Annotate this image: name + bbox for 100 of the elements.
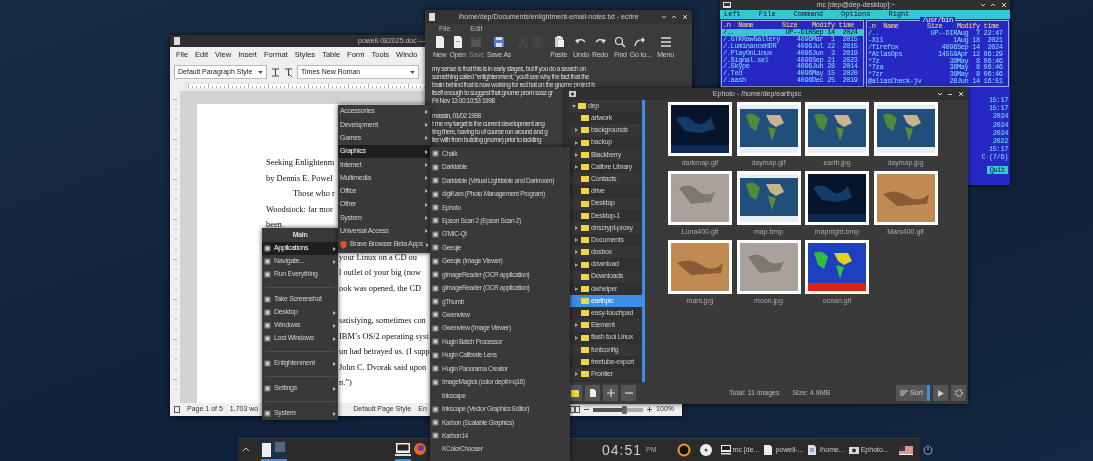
terminal-icon: [395, 442, 411, 456]
clear-style-icon[interactable]: [284, 67, 293, 77]
clipboard-icon: [552, 36, 565, 48]
map-thumbnail[interactable]: [805, 102, 869, 156]
submenu-arrow-icon: [425, 189, 428, 194]
window-controls-icon[interactable]: [938, 91, 964, 97]
jump-arrow-icon: [634, 36, 647, 48]
map-thumbnail[interactable]: [873, 102, 938, 156]
minus-icon: [624, 389, 633, 397]
page-icon: [174, 406, 180, 413]
submenu-arrow-icon: [333, 386, 336, 391]
text-line: l outlet of your big (now: [339, 267, 422, 279]
flag-icon[interactable]: [898, 445, 913, 455]
text-line: Seeking Enlightenm: [266, 157, 335, 169]
camera-icon: [848, 445, 859, 455]
submenu-arrow-icon: [333, 246, 336, 251]
submenu-arrow-icon: [333, 361, 336, 366]
zoom-slider[interactable]: [593, 407, 644, 412]
item-icon: [264, 410, 271, 417]
item-icon: [264, 360, 271, 367]
expander-icon[interactable]: [575, 225, 578, 230]
submenu-arrow-icon: [425, 136, 428, 141]
chevron-up-icon: [243, 447, 249, 451]
map-thumbnail[interactable]: [736, 102, 801, 156]
expander-icon[interactable]: [575, 372, 578, 377]
map-thumbnail[interactable]: [805, 240, 869, 294]
submenu-arrow-icon: [425, 229, 428, 234]
submenu-arrow-icon: [425, 109, 428, 114]
zoom-out-icon[interactable]: [584, 407, 590, 412]
expander-icon[interactable]: [571, 104, 576, 108]
map-thumbnail[interactable]: [805, 171, 869, 225]
menu-icon: [659, 36, 672, 48]
text-line: Those who r: [292, 188, 335, 200]
multi-page-view-icon[interactable]: [570, 406, 581, 413]
submenu-arrow-icon: [425, 122, 428, 127]
expander-icon[interactable]: [575, 323, 578, 328]
magnifier-icon: [614, 36, 627, 48]
globe-icon: [414, 443, 426, 455]
save-icon: [470, 36, 483, 48]
expander-icon[interactable]: [575, 262, 578, 267]
expander-icon[interactable]: [575, 335, 578, 340]
submenu-arrow-icon: [425, 176, 428, 181]
submenu-arrow-icon: [333, 336, 336, 341]
file-button[interactable]: [585, 385, 600, 401]
style-icon[interactable]: [271, 67, 280, 77]
expander-icon[interactable]: [575, 140, 578, 145]
desktop-thumbnail-icon: [261, 440, 287, 458]
sort-icon: [900, 390, 909, 396]
terminal-icon: [720, 445, 731, 455]
submenu-arrow-icon: [425, 242, 429, 247]
map-thumbnail[interactable]: [873, 171, 938, 225]
map-thumbnail[interactable]: [668, 102, 732, 156]
map-thumbnail[interactable]: [736, 240, 801, 294]
play-button[interactable]: [933, 385, 948, 401]
item-icon: [264, 385, 271, 392]
disc-icon[interactable]: [698, 443, 713, 457]
text-line: by Dennis E. Powel: [266, 172, 333, 185]
add-button[interactable]: [603, 385, 618, 401]
expander-icon[interactable]: [575, 250, 578, 255]
map-thumbnail[interactable]: [668, 240, 732, 294]
text-line: satisfying, sometimes con: [339, 315, 426, 327]
window-controls-icon[interactable]: [662, 14, 688, 20]
submenu-arrow-icon: [425, 202, 428, 207]
remove-button[interactable]: [621, 385, 636, 401]
expander-icon[interactable]: [575, 165, 578, 170]
settings-button[interactable]: [951, 385, 966, 401]
shield-icon: [340, 240, 347, 249]
document-icon: [763, 445, 774, 455]
text-line: Woodstock: far mor: [266, 203, 333, 216]
expander-icon[interactable]: [575, 128, 578, 133]
text-line: n.”): [339, 377, 352, 389]
text-line: IBM’s OS/2 operating syst: [339, 330, 429, 343]
ring-icon[interactable]: [676, 443, 691, 457]
text-line: your Linux on a CD ou: [339, 251, 417, 264]
slider-thumb[interactable]: [621, 405, 627, 414]
expander-icon[interactable]: [575, 286, 578, 291]
open-file-icon: [451, 36, 464, 48]
submenu-arrow-icon: [333, 259, 336, 264]
submenu-arrow-icon: [425, 216, 428, 220]
map-thumbnail[interactable]: [736, 171, 801, 225]
save-icon: [493, 36, 506, 48]
zoom-in-icon[interactable]: [647, 407, 653, 412]
text-line: un had betrayed us. (I supp: [339, 346, 430, 358]
document-icon: [807, 445, 818, 455]
document-icon: [429, 13, 435, 21]
play-icon: [937, 389, 944, 397]
window-controls-icon[interactable]: [981, 2, 1007, 8]
folder-icon: [570, 389, 579, 397]
desktop-pager[interactable]: [261, 439, 287, 461]
text-line: been.: [266, 219, 284, 231]
file-icon: [589, 389, 596, 397]
document-icon: [174, 37, 180, 45]
power-icon[interactable]: [922, 445, 933, 455]
expander-icon[interactable]: [575, 238, 578, 243]
expander-icon[interactable]: [575, 152, 578, 157]
settings-icon: [954, 389, 963, 397]
submenu-arrow-icon: [333, 310, 336, 315]
text-line: John C. Dvorak said upon: [339, 361, 427, 374]
map-thumbnail[interactable]: [668, 171, 732, 225]
app-icon: [569, 91, 576, 97]
